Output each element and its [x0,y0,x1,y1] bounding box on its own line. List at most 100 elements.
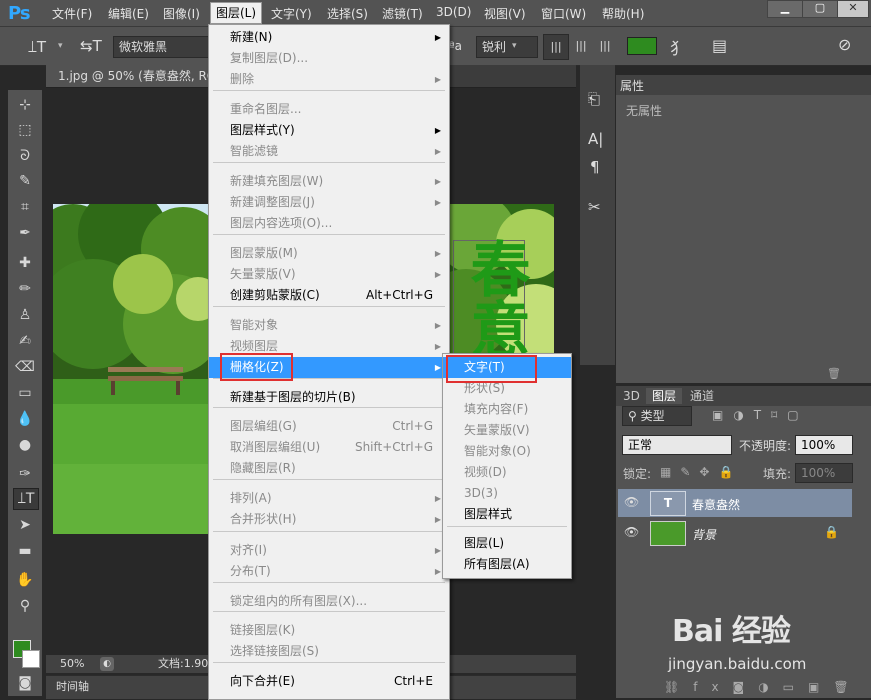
character-panel-icon[interactable]: ▤ [712,36,727,55]
blend-mode-select[interactable]: 正常 [622,435,732,455]
opacity-input[interactable]: 100% [795,435,853,455]
layer-bottom-icons[interactable]: ⛓fx◙◑▭▣🗑 [664,680,863,694]
menu-view[interactable]: 视图(V) [484,5,526,22]
tab-3d[interactable]: 3D [623,388,640,404]
eye-icon[interactable]: 👁 [624,495,639,509]
menu-filter[interactable]: 滤镜(T) [382,5,423,22]
minimize-button[interactable]: ▁ [767,0,803,18]
layer-menu-item: 矢量蒙版(V) ▶ [209,264,449,285]
layer-row[interactable]: 👁 T 春意盎然 [618,489,852,517]
submenu-item[interactable]: 图层样式 [443,504,571,525]
warp-text-icon[interactable]: ⺨ [670,35,686,59]
align-center-icon[interactable]: ||| [569,34,593,58]
layer-menu-item[interactable]: 新建(N) ▶ [209,27,449,48]
menu-image[interactable]: 图像(I) [163,5,200,22]
move-tool-icon[interactable]: ⊹ [15,95,35,115]
character-panel-icon[interactable]: A| [588,130,603,148]
submenu-item-label: 图层样式 [464,507,513,521]
layer-menu-item: 新建调整图层(J) ▶ [209,192,449,213]
font-family-select[interactable]: 微软雅黑 [113,36,220,58]
quick-mask-icon[interactable]: ◙ [15,673,35,693]
baidu-jingyan-logo: Bai 经验 [672,614,791,649]
rectangle-tool-icon[interactable]: ▬ [15,541,35,561]
layer-menu-item[interactable]: 图层样式(Y) ▶ [209,120,449,141]
layer-menu-item: 智能滤镜 ▶ [209,141,449,162]
menu-select[interactable]: 选择(S) [327,5,368,22]
align-right-icon[interactable]: ||| [593,34,617,58]
history-panel-icon[interactable]: ⎗ [588,90,600,108]
layer-menu-item[interactable]: 新建基于图层的切片(B) [209,387,449,408]
close-button[interactable]: ✕ [837,0,869,18]
tab-layers[interactable]: 图层 [646,388,683,404]
lasso-tool-icon[interactable]: ᘐ [15,146,35,166]
crop-tool-icon[interactable]: ⌗ [15,197,35,217]
submenu-item[interactable]: 所有图层(A) [443,554,571,575]
zoom-tool-icon[interactable]: ⚲ [15,596,35,616]
eye-icon[interactable]: 👁 [624,525,639,539]
menu-3d[interactable]: 3D(D) [436,5,471,19]
chevron-down-icon[interactable]: ▾ [512,41,517,51]
type-tool-preset-icon[interactable]: ⟘T [28,38,46,56]
layer-row[interactable]: 👁 背景 🔒 [618,519,852,547]
menu-layer[interactable]: 图层(L) [210,2,263,24]
gradient-tool-icon[interactable]: ▭ [15,383,35,403]
layer-name[interactable]: 春意盎然 [692,496,740,513]
filter-icons[interactable]: ▣◑T⌑▢ [712,408,809,422]
pen-tool-icon[interactable]: ✑ [15,464,35,484]
menu-item-label: 新建填充图层(W) [230,174,324,188]
menu-item-label: 矢量蒙版(V) [230,267,296,281]
chevron-down-icon[interactable]: ▾ [58,41,63,51]
hand-tool-icon[interactable]: ✋ [15,570,35,590]
marquee-tool-icon[interactable]: ⬚ [15,120,35,140]
submenu-arrow-icon: ▶ [434,546,441,555]
trash-icon[interactable]: 🗑 [827,367,841,380]
tab-channels[interactable]: 通道 [690,388,714,404]
healing-brush-tool-icon[interactable]: ✚ [15,253,35,273]
background-color-swatch[interactable] [22,650,40,668]
menu-window[interactable]: 窗口(W) [541,5,586,22]
zoom-level[interactable]: 50% [60,655,84,673]
layer-menu-item[interactable]: 向下合并(E) Ctrl+E [209,671,449,692]
highlight-rasterize [220,353,293,381]
orientation-toggle-icon[interactable]: ⇆T [80,37,102,55]
menu-type[interactable]: 文字(Y) [271,5,312,22]
blur-tool-icon[interactable]: 💧 [15,409,35,429]
document-tab[interactable]: 1.jpg @ 50% (春意盎然, RGB [46,65,228,87]
layer-filter-select[interactable]: ⚲ 类型 [622,406,692,426]
paragraph-panel-icon[interactable]: ¶ [590,158,600,176]
clone-stamp-tool-icon[interactable]: ♙ [15,305,35,325]
quick-select-tool-icon[interactable]: ✎ [15,171,35,191]
align-left-icon[interactable]: ||| [543,34,569,60]
dodge-tool-icon[interactable]: ● [15,435,35,455]
maximize-button[interactable]: ▢ [802,0,838,18]
eyedropper-tool-icon[interactable]: ✒ [15,223,35,243]
type-tool-icon[interactable]: ⟘T [13,488,39,510]
menu-file[interactable]: 文件(F) [52,5,92,22]
brush-tool-icon[interactable]: ✏ [15,279,35,299]
cancel-icon[interactable]: ⊘ [838,35,851,54]
antialias-select[interactable]: 锐利 [476,36,538,58]
layer-name[interactable]: 背景 [692,526,716,543]
properties-tab[interactable]: 属性 [620,77,644,94]
history-brush-tool-icon[interactable]: ✍ [15,331,35,351]
text-color-swatch[interactable] [627,37,657,55]
tool-presets-icon[interactable]: ✂ [588,198,601,216]
text-layer-thumbnail-icon: T [650,491,686,516]
eraser-tool-icon[interactable]: ⌫ [15,357,35,377]
menu-separator [213,479,445,480]
layer-menu-item: 重命名图层... [209,99,449,120]
lock-icon: 🔒 [824,525,839,539]
menu-edit[interactable]: 编辑(E) [108,5,149,22]
path-selection-tool-icon[interactable]: ➤ [15,515,35,535]
timeline-tab[interactable]: 时间轴 [56,676,89,698]
submenu-arrow-icon: ▶ [434,249,441,258]
menu-help[interactable]: 帮助(H) [602,5,644,22]
menu-separator [213,407,445,408]
fill-input[interactable]: 100% [795,463,853,483]
submenu-item[interactable]: 图层(L) [443,533,571,554]
lock-icons[interactable]: ▦✎✥🔒 [660,465,742,479]
submenu-arrow-icon: ▶ [434,515,441,524]
status-menu-icon[interactable]: ◐ [100,657,114,671]
layer-menu-item[interactable]: 创建剪贴蒙版(C) Alt+Ctrl+G [209,285,449,306]
submenu-arrow-icon: ▶ [434,126,441,135]
